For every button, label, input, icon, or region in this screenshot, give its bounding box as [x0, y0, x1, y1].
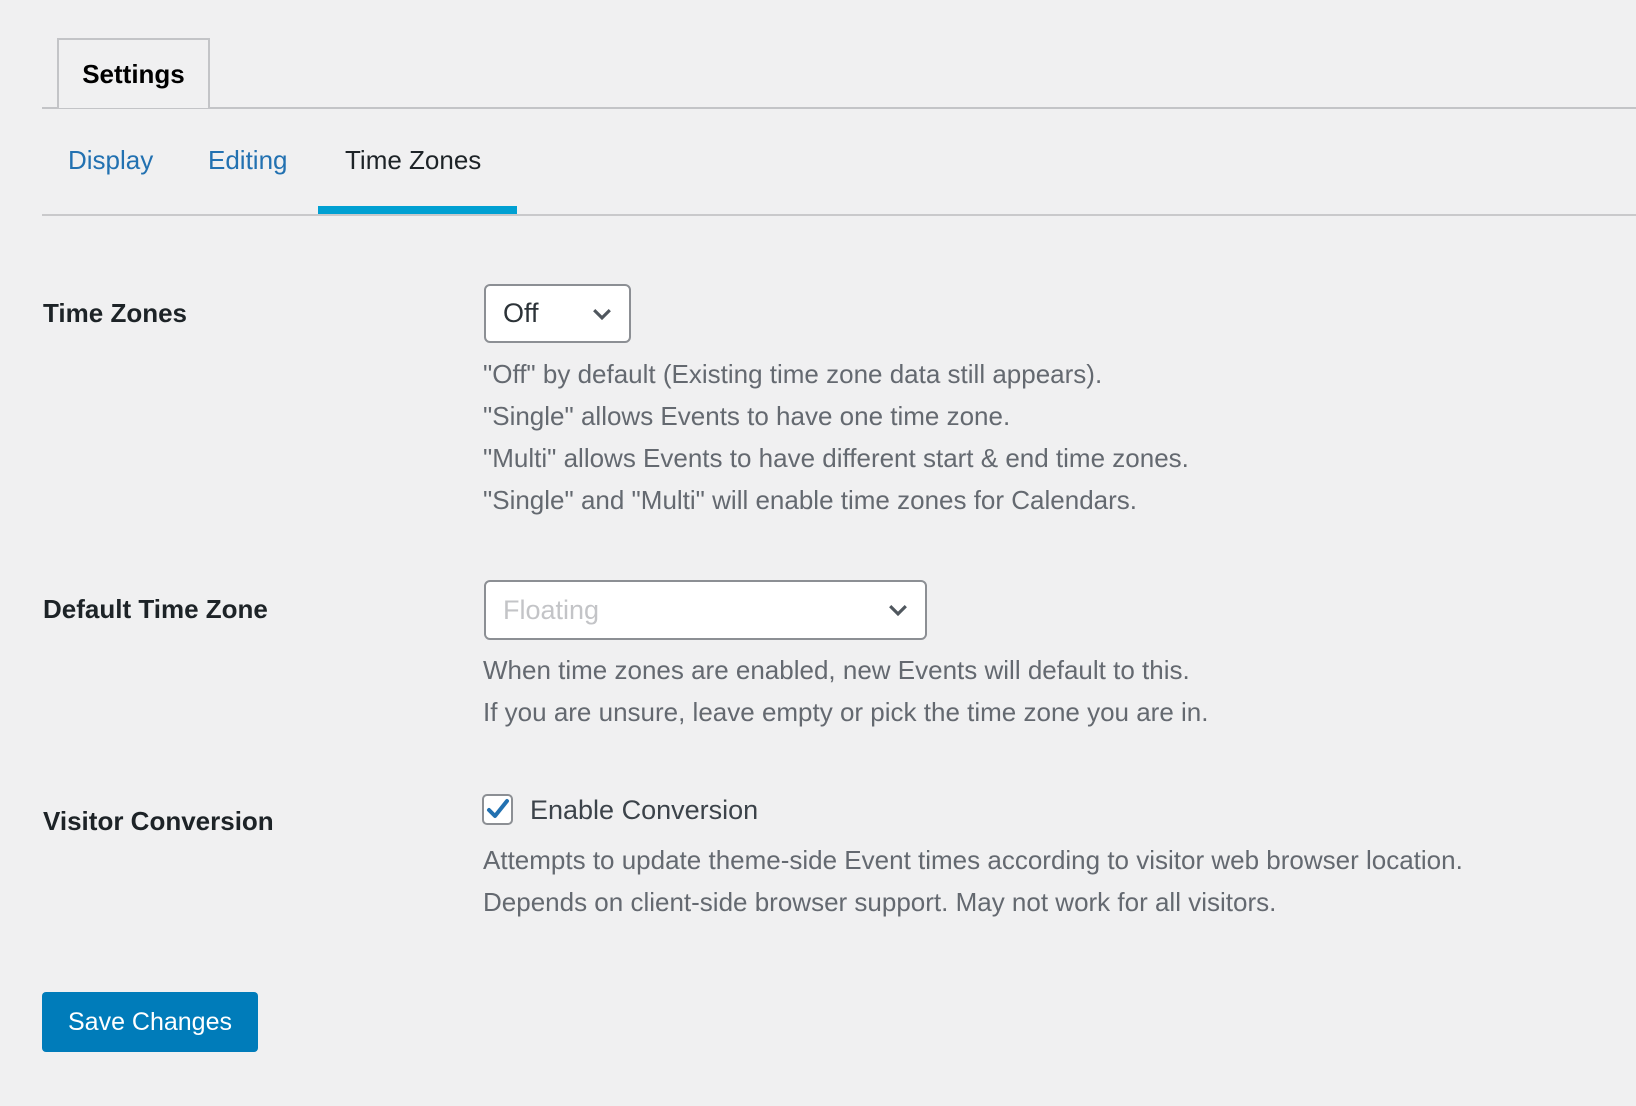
default-time-zone-description: When time zones are enabled, new Events …: [483, 649, 1209, 733]
sub-navigation-border: [42, 214, 1636, 216]
checkmark-icon: [487, 799, 509, 818]
chevron-down-icon: [889, 604, 907, 617]
default-time-zone-label: Default Time Zone: [43, 594, 268, 624]
description-line: When time zones are enabled, new Events …: [483, 655, 1190, 685]
save-changes-button[interactable]: Save Changes: [42, 992, 258, 1052]
description-line: "Single" and "Multi" will enable time zo…: [483, 485, 1138, 515]
description-line: Attempts to update theme-side Event time…: [483, 845, 1463, 875]
default-time-zone-placeholder: Floating: [503, 594, 600, 625]
subtab-display[interactable]: Display: [68, 145, 153, 176]
subtab-time-zones[interactable]: Time Zones: [345, 145, 481, 176]
tab-bar-border: [42, 107, 1636, 109]
enable-conversion-label[interactable]: Enable Conversion: [530, 794, 758, 826]
tab-settings-label: Settings: [82, 58, 185, 89]
time-zones-description: "Off" by default (Existing time zone dat…: [483, 353, 1189, 521]
subtab-editing[interactable]: Editing: [208, 145, 288, 176]
visitor-conversion-label: Visitor Conversion: [43, 806, 274, 836]
tab-settings[interactable]: Settings: [57, 38, 210, 108]
description-line: "Off" by default (Existing time zone dat…: [483, 359, 1103, 389]
description-line: Depends on client-side browser support. …: [483, 887, 1277, 917]
description-line: "Multi" allows Events to have different …: [483, 443, 1189, 473]
default-time-zone-select[interactable]: Floating: [484, 580, 927, 640]
description-line: If you are unsure, leave empty or pick t…: [483, 697, 1209, 727]
visitor-conversion-description: Attempts to update theme-side Event time…: [483, 839, 1463, 923]
time-zones-label: Time Zones: [43, 298, 188, 328]
active-tab-indicator: [318, 206, 517, 214]
time-zones-select[interactable]: Off: [484, 284, 631, 343]
time-zones-select-value: Off: [503, 298, 539, 328]
chevron-down-icon: [593, 308, 611, 320]
description-line: "Single" allows Events to have one time …: [483, 401, 1011, 431]
enable-conversion-checkbox[interactable]: [482, 794, 513, 825]
